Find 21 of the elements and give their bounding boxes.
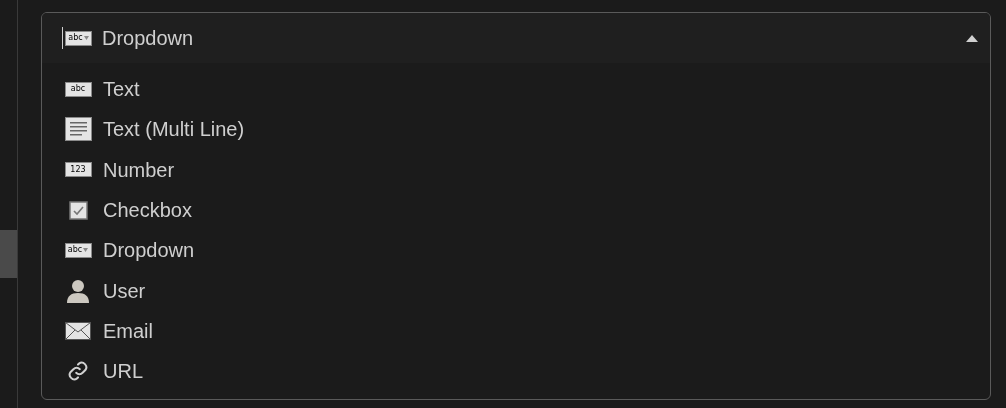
dropdown-option[interactable]: Email (42, 310, 990, 352)
text-field-icon: abc (64, 81, 92, 97)
number-field-icon: 123 (64, 162, 92, 178)
checkbox-icon (68, 200, 88, 220)
envelope-icon (65, 321, 91, 340)
dropdown-option[interactable]: Checkbox (42, 189, 990, 231)
dropdown-option[interactable]: User (42, 270, 990, 311)
selected-value: Dropdown (102, 26, 194, 51)
dropdown-field[interactable]: abc Dropdown (42, 13, 990, 63)
sidebar-highlight (0, 230, 17, 278)
link-icon (67, 360, 89, 383)
dropdown-field-icon: abc (65, 30, 92, 46)
user-icon (67, 278, 89, 303)
dropdown-option[interactable]: Text (Multi Line) (42, 109, 990, 150)
caret-icon (966, 34, 978, 42)
dropdown-field-icon: abc (64, 242, 92, 258)
dropdown-option[interactable]: abc Dropdown (42, 230, 990, 271)
dropdown-option[interactable]: URL (42, 351, 990, 392)
dropdown-option[interactable]: abc Text (42, 69, 990, 110)
multiline-text-icon (64, 117, 92, 142)
dropdown-option[interactable]: 123 Number (42, 149, 990, 190)
